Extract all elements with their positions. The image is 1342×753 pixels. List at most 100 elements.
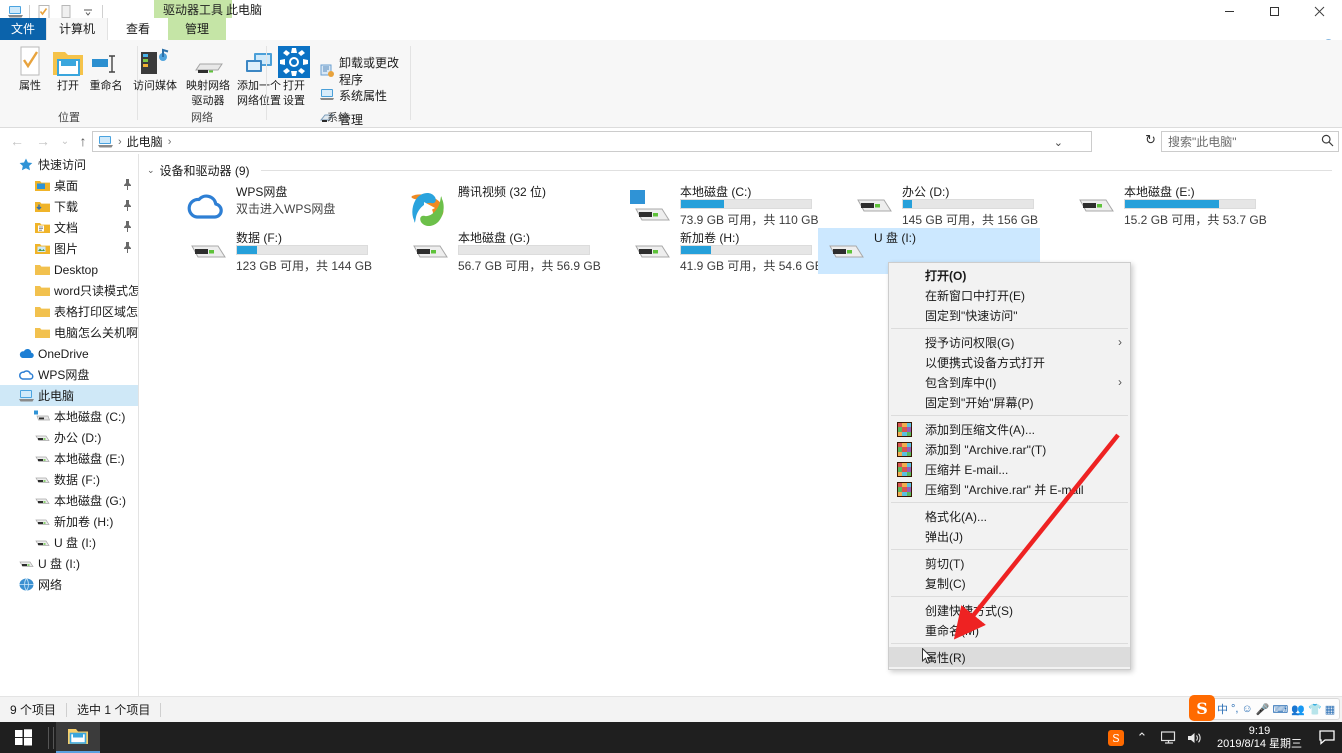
up-arrow-icon[interactable]: ↑	[72, 131, 94, 151]
star-pin-icon	[18, 157, 34, 173]
sidebar-item-12[interactable]: 本地磁盘 (C:)	[0, 406, 138, 427]
taskbar-clock[interactable]: 9:19 2019/8/14 星期三	[1207, 722, 1312, 753]
drive-tile[interactable]: 本地磁盘 (C:) 73.9 GB 可用，共 110 GB	[624, 182, 824, 228]
chevron-down-icon[interactable]: ⌄	[147, 165, 155, 176]
forward-arrow-icon[interactable]: →	[32, 131, 54, 151]
menu-include-in-library[interactable]: 包含到库中(I) ›	[889, 372, 1130, 392]
context-menu[interactable]: 打开(O) 在新窗口中打开(E) 固定到"快速访问" 授予访问权限(G) › 以便携式设备…	[888, 262, 1131, 670]
sidebar-item-14[interactable]: 本地磁盘 (E:)	[0, 448, 138, 469]
sidebar-item-1[interactable]: 桌面	[0, 175, 138, 196]
sidebar-item-9[interactable]: OneDrive	[0, 343, 138, 364]
menu-winrar-add-to-archive-rar[interactable]: 添加到 "Archive.rar"(T)	[889, 439, 1130, 459]
sogou-input-icon[interactable]: S	[1189, 695, 1215, 721]
action-center-icon[interactable]	[1312, 722, 1342, 753]
breadcrumb-separator-0[interactable]: ›	[118, 136, 122, 148]
pin-icon[interactable]	[123, 220, 132, 235]
drive-tile[interactable]: 腾讯视频 (32 位)	[402, 182, 602, 228]
sogou-tool-2[interactable]: ☺	[1241, 703, 1252, 715]
pin-icon[interactable]	[123, 178, 132, 193]
chevron-down-icon[interactable]: ⌄	[1054, 136, 1063, 149]
pin-icon[interactable]	[123, 199, 132, 214]
uninstall-change-program-button[interactable]: 卸载或更改程序	[316, 56, 410, 87]
sidebar-item-10[interactable]: WPS网盘	[0, 364, 138, 385]
sogou-tool-1[interactable]: °,	[1231, 703, 1238, 715]
sidebar-item-15[interactable]: 数据 (F:)	[0, 469, 138, 490]
menu-winrar-add-archive[interactable]: 添加到压缩文件(A)...	[889, 419, 1130, 439]
sidebar-item-0[interactable]: 快速访问	[0, 154, 138, 175]
menu-winrar-compress-email[interactable]: 压缩并 E-mail...	[889, 459, 1130, 479]
breadcrumb-separator-1[interactable]: ›	[168, 136, 172, 148]
sogou-tool-7[interactable]: ▦	[1325, 703, 1335, 716]
sogou-tool-3[interactable]: 🎤	[1256, 703, 1270, 716]
drive-tile[interactable]: 办公 (D:) 145 GB 可用，共 156 GB	[846, 182, 1046, 228]
sogou-input-toolbar[interactable]: S 中 °, ☺ 🎤 ⌨ 👥 👕 ▦	[1189, 695, 1340, 721]
sogou-tool-5[interactable]: 👥	[1291, 703, 1305, 716]
menu-open-new-window[interactable]: 在新窗口中打开(E)	[889, 285, 1130, 305]
volume-icon[interactable]	[1181, 722, 1207, 753]
chevron-right-icon: ›	[1118, 375, 1122, 389]
sidebar-item-20[interactable]: 网络	[0, 574, 138, 595]
folder-icon	[34, 325, 50, 341]
windows-start-icon[interactable]	[0, 722, 46, 753]
tab-computer[interactable]: 计算机	[46, 18, 108, 40]
sidebar-item-18[interactable]: U 盘 (I:)	[0, 532, 138, 553]
sidebar-item-7[interactable]: 表格打印区域怎么设	[0, 301, 138, 322]
system-properties-button[interactable]: 系统属性	[316, 84, 391, 106]
pin-icon[interactable]	[123, 241, 132, 256]
menu-open-as-portable-device[interactable]: 以便携式设备方式打开	[889, 352, 1130, 372]
menu-format[interactable]: 格式化(A)...	[889, 506, 1130, 526]
menu-pin-to-start[interactable]: 固定到"开始"屏幕(P)	[889, 392, 1130, 412]
menu-eject[interactable]: 弹出(J)	[889, 526, 1130, 546]
drive-tile[interactable]: 本地磁盘 (E:) 15.2 GB 可用，共 53.7 GB	[1068, 182, 1268, 228]
breadcrumb[interactable]: › 此电脑 › ⌄	[92, 131, 1092, 152]
sidebar-item-13[interactable]: 办公 (D:)	[0, 427, 138, 448]
menu-copy[interactable]: 复制(C)	[889, 573, 1130, 593]
group-header-devices-and-drives[interactable]: ⌄ 设备和驱动器 (9)	[147, 162, 1332, 178]
drive-tile[interactable]: 数据 (F:) 123 GB 可用，共 144 GB	[180, 228, 380, 274]
drive-tile[interactable]: 新加卷 (H:) 41.9 GB 可用，共 54.6 GB	[624, 228, 824, 274]
tab-file[interactable]: 文件	[0, 18, 46, 40]
menu-pin-quick-access[interactable]: 固定到"快速访问"	[889, 305, 1130, 325]
sidebar-item-label: WPS网盘	[38, 368, 90, 382]
sidebar-item-4[interactable]: 图片	[0, 238, 138, 259]
sidebar-item-16[interactable]: 本地磁盘 (G:)	[0, 490, 138, 511]
menu-winrar-compress-rar-email[interactable]: 压缩到 "Archive.rar" 并 E-mail	[889, 479, 1130, 499]
menu-cut[interactable]: 剪切(T)	[889, 553, 1130, 573]
file-explorer-taskbar-button[interactable]	[56, 722, 100, 753]
tab-view[interactable]: 查看	[110, 18, 166, 40]
drive-capacity-text: 123 GB 可用，共 144 GB	[236, 259, 373, 273]
sidebar-item-17[interactable]: 新加卷 (H:)	[0, 511, 138, 532]
menu-create-shortcut[interactable]: 创建快捷方式(S)	[889, 600, 1130, 620]
navigation-pane[interactable]: 快速访问桌面下载文档图片 Desktop word只读模式怎么改表格打印区域怎么设电…	[0, 154, 138, 696]
chevron-up-icon[interactable]: ⌃	[1129, 722, 1155, 753]
tab-manage[interactable]: 管理	[168, 18, 226, 40]
menu-item-label: 压缩并 E-mail...	[925, 462, 1009, 477]
sogou-input-tray-icon[interactable]: S	[1103, 722, 1129, 753]
map-network-drive-button[interactable]: 映射网络 驱动器	[184, 44, 232, 108]
rename-button[interactable]: 重命名	[84, 44, 128, 93]
network-monitor-icon[interactable]	[1155, 722, 1181, 753]
menu-give-access-to[interactable]: 授予访问权限(G) ›	[889, 332, 1130, 352]
open-settings-button[interactable]: 打开 设置	[272, 44, 316, 108]
sidebar-item-6[interactable]: word只读模式怎么改	[0, 280, 138, 301]
sidebar-item-2[interactable]: 下载	[0, 196, 138, 217]
drive-tile[interactable]: 本地磁盘 (G:) 56.7 GB 可用，共 56.9 GB	[402, 228, 602, 274]
menu-rename[interactable]: 重命名(M)	[889, 620, 1130, 640]
sogou-tool-4[interactable]: ⌨	[1272, 703, 1288, 716]
sidebar-item-19[interactable]: U 盘 (I:)	[0, 553, 138, 574]
refresh-icon[interactable]: ↻	[1145, 132, 1156, 148]
sogou-tool-0[interactable]: 中	[1217, 701, 1228, 717]
sogou-tool-6[interactable]: 👕	[1308, 703, 1322, 716]
menu-open[interactable]: 打开(O)	[889, 265, 1130, 285]
drive-tile[interactable]: WPS网盘 双击进入WPS网盘	[180, 182, 380, 228]
access-media-button[interactable]: 访问媒体	[128, 44, 182, 93]
back-arrow-icon[interactable]: ←	[6, 131, 28, 151]
sidebar-item-3[interactable]: 文档	[0, 217, 138, 238]
breadcrumb-item-this-pc[interactable]: 此电脑	[127, 133, 163, 150]
sidebar-item-5[interactable]: Desktop	[0, 259, 138, 280]
file-list-view[interactable]: ⌄ 设备和驱动器 (9) WPS网盘 双击进入WPS网盘 腾讯视频 (32 位) 本地…	[139, 154, 1342, 696]
sidebar-item-8[interactable]: 电脑怎么关机啊 已	[0, 322, 138, 343]
sidebar-item-11[interactable]: 此电脑	[0, 385, 138, 406]
search-input[interactable]: 搜索"此电脑"	[1161, 131, 1339, 152]
drive-subtitle: 双击进入WPS网盘	[236, 202, 336, 216]
